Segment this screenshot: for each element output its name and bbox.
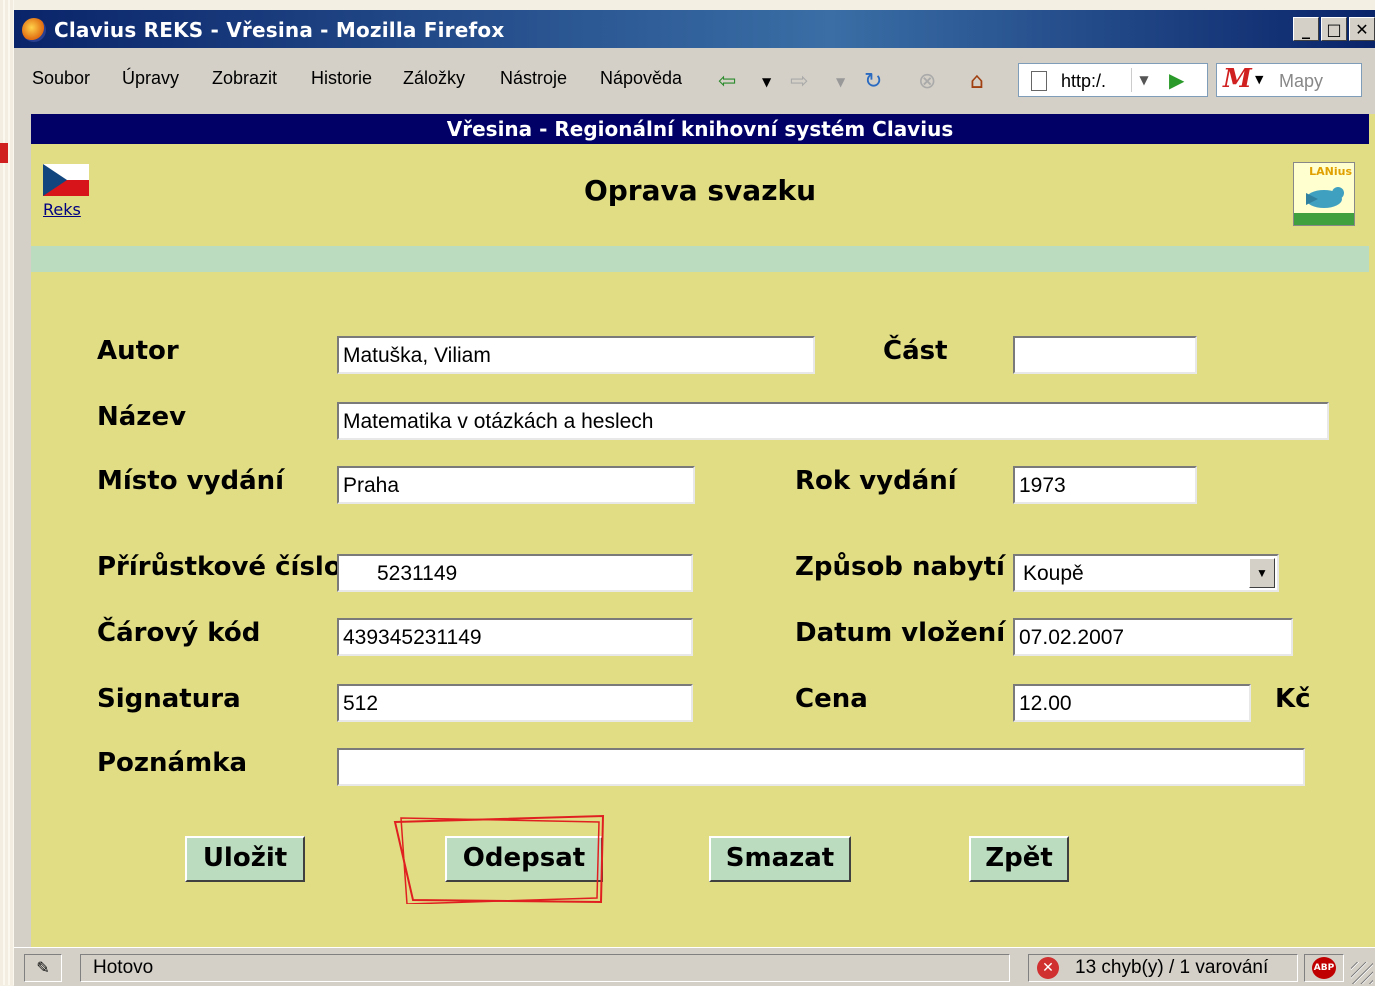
nazev-label: Název: [97, 402, 187, 432]
zpusob-label: Způsob nabytí: [795, 552, 1005, 582]
url-bar[interactable]: http:/. ▼ ▶: [1018, 63, 1208, 97]
browser-window: Clavius REKS - Vřesina - Mozilla Firefox…: [14, 10, 1375, 986]
url-text: http:/.: [1061, 71, 1107, 91]
page-icon: [1031, 71, 1047, 91]
poznamka-input[interactable]: [337, 748, 1305, 786]
title-bar: Clavius REKS - Vřesina - Mozilla Firefox…: [14, 10, 1375, 48]
minimize-button[interactable]: _: [1293, 17, 1319, 41]
status-text: Hotovo: [80, 954, 1010, 982]
zpusob-value: Koupě: [1023, 562, 1084, 585]
menu-zalozky[interactable]: Záložky: [403, 68, 465, 89]
left-red-marker: [0, 143, 8, 163]
lanius-logo-text: LANius: [1309, 165, 1352, 178]
resize-grip[interactable]: [1351, 962, 1373, 984]
home-icon[interactable]: ⌂: [970, 70, 984, 94]
nazev-input[interactable]: Matematika v otázkách a heslech: [337, 402, 1329, 440]
smazat-button[interactable]: Smazat: [709, 836, 851, 882]
firefox-icon: [22, 18, 46, 42]
prirustkove-label: Přírůstkové číslo: [97, 552, 342, 582]
menu-nastroje[interactable]: Nástroje: [500, 68, 567, 89]
system-banner: Vřesina - Regionální knihovní systém Cla…: [31, 114, 1369, 144]
carovy-input[interactable]: 439345231149: [337, 618, 693, 656]
adblock-icon: ABP: [1312, 957, 1336, 979]
menu-toolbar: Soubor Úpravy Zobrazit Historie Záložky …: [14, 48, 1375, 114]
gmail-icon: M: [1223, 64, 1252, 94]
forward-icon[interactable]: ⇨: [790, 70, 808, 94]
close-button[interactable]: ✕: [1349, 17, 1375, 41]
engine-dropdown-icon[interactable]: ▼: [1255, 73, 1263, 86]
search-placeholder: Mapy: [1279, 71, 1324, 91]
cena-label: Cena: [795, 684, 868, 714]
poznamka-label: Poznámka: [97, 748, 248, 778]
stop-icon[interactable]: ⊗: [918, 70, 936, 94]
error-icon: ✕: [1037, 957, 1059, 979]
chevron-down-icon[interactable]: ▼: [1249, 558, 1275, 588]
menu-soubor[interactable]: Soubor: [32, 68, 90, 89]
zpet-button[interactable]: Zpět: [969, 836, 1069, 882]
back-dropdown-icon[interactable]: ▼: [762, 70, 771, 94]
cena-input[interactable]: 12.00: [1013, 684, 1251, 722]
back-icon[interactable]: ⇦: [718, 70, 736, 94]
page-content: Vřesina - Regionální knihovní systém Cla…: [31, 114, 1375, 947]
rok-input[interactable]: 1973: [1013, 466, 1197, 504]
error-console-button[interactable]: ✕ 13 chyb(y) / 1 varování: [1028, 954, 1298, 982]
currency-label: Kč: [1275, 684, 1311, 714]
datum-label: Datum vložení: [795, 618, 1006, 648]
connection-icon[interactable]: ✎: [24, 954, 62, 982]
datum-input[interactable]: 07.02.2007: [1013, 618, 1293, 656]
menu-napoveda[interactable]: Nápověda: [600, 68, 682, 89]
go-icon[interactable]: ▶: [1169, 68, 1184, 92]
info-band: [31, 246, 1369, 272]
zpusob-select[interactable]: Koupě ▼: [1013, 554, 1279, 592]
page-title: Oprava svazku: [583, 174, 817, 207]
reload-icon[interactable]: ↻: [864, 70, 882, 94]
menu-zobrazit[interactable]: Zobrazit: [212, 68, 277, 89]
misto-input[interactable]: Praha: [337, 466, 695, 504]
adblock-button[interactable]: ABP: [1304, 954, 1344, 982]
window-buttons: _ □ ✕: [1293, 17, 1375, 41]
carovy-label: Čárový kód: [97, 618, 261, 648]
prirustkove-input[interactable]: 5231149: [337, 554, 693, 592]
cast-input[interactable]: [1013, 336, 1197, 374]
red-annotation-box: [393, 814, 605, 904]
signatura-input[interactable]: 512: [337, 684, 693, 722]
window-title: Clavius REKS - Vřesina - Mozilla Firefox: [54, 18, 505, 42]
maximize-button[interactable]: □: [1321, 17, 1347, 41]
lanius-logo[interactable]: LANius: [1293, 162, 1355, 226]
menu-historie[interactable]: Historie: [311, 68, 372, 89]
autor-label: Autor: [97, 336, 179, 366]
misto-label: Místo vydání: [97, 466, 285, 496]
forward-dropdown-icon[interactable]: ▼: [836, 70, 845, 94]
signatura-label: Signatura: [97, 684, 241, 714]
menu-upravy[interactable]: Úpravy: [122, 68, 179, 89]
rok-label: Rok vydání: [795, 466, 957, 496]
status-bar: ✎ Hotovo ✕ 13 chyb(y) / 1 varování ABP: [14, 947, 1375, 986]
error-count: 13 chyb(y) / 1 varování: [1075, 957, 1269, 978]
autor-input[interactable]: Matuška, Viliam: [337, 336, 815, 374]
cast-label: Část: [883, 336, 948, 366]
url-dropdown-icon[interactable]: ▼: [1131, 68, 1156, 92]
ulozit-button[interactable]: Uložit: [185, 836, 305, 882]
search-box[interactable]: M ▼ Mapy: [1216, 63, 1362, 97]
